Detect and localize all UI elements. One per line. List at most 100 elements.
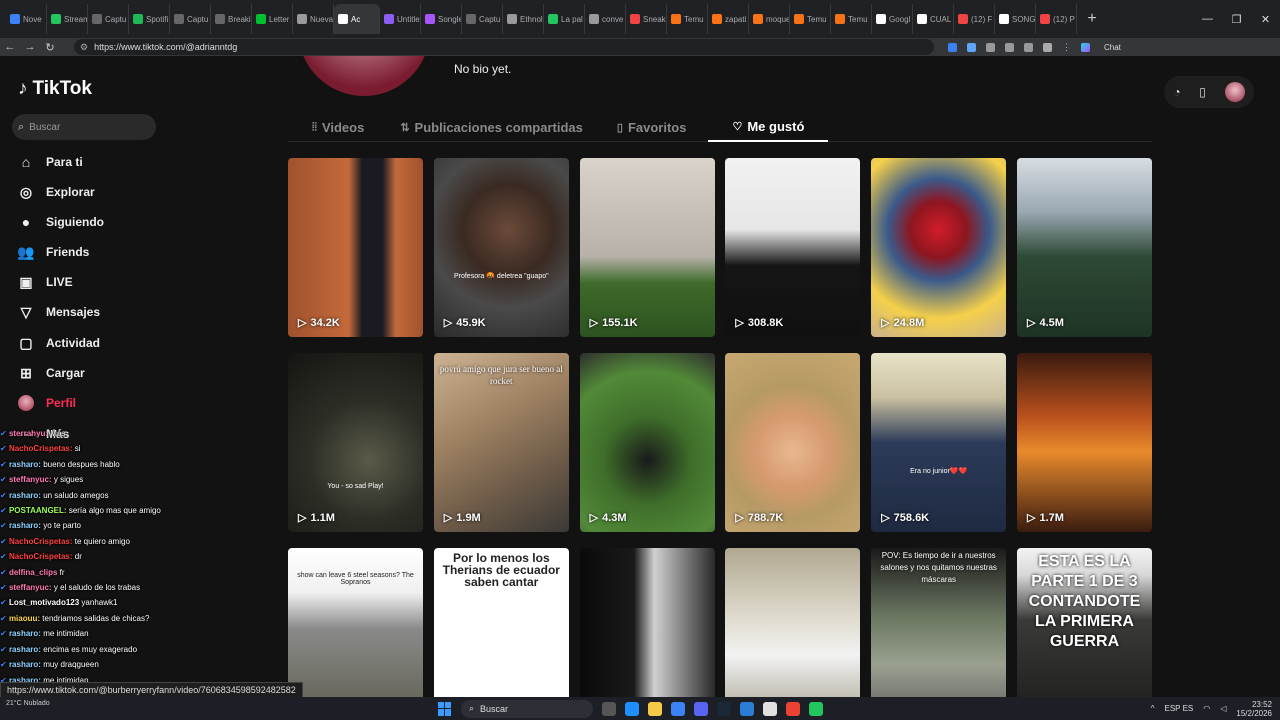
- volume-icon[interactable]: ◁: [1220, 704, 1226, 713]
- back-icon[interactable]: ←: [0, 38, 20, 56]
- video-thumbnail[interactable]: Profesora 🤬 deletrea "guapo" ▷ 45.9K: [433, 158, 569, 337]
- browser-tab[interactable]: Breaki: [211, 4, 252, 34]
- search-box[interactable]: ⌕: [12, 114, 156, 140]
- task-view-icon[interactable]: [602, 701, 616, 716]
- discord-icon[interactable]: [694, 701, 708, 716]
- browser-tab[interactable]: (12) P: [1036, 4, 1077, 34]
- chrome-icon[interactable]: [786, 701, 800, 716]
- browser-tab[interactable]: Ethnol: [503, 4, 544, 34]
- sidebar-item-perfil[interactable]: Perfil: [18, 393, 76, 413]
- browser-tab[interactable]: zapati: [708, 4, 749, 34]
- windows-start-icon[interactable]: [438, 701, 452, 716]
- sidebar-item-live[interactable]: ▣ LIVE: [18, 272, 72, 292]
- browser-tab[interactable]: Spotifi: [129, 4, 170, 34]
- sidebar-item-explorar[interactable]: ◎ Explorar: [18, 182, 95, 202]
- steam-icon[interactable]: [717, 701, 731, 716]
- tray-chevron-icon[interactable]: ^: [1151, 704, 1155, 713]
- browser-tab[interactable]: (12) F: [954, 4, 995, 34]
- profile-tab-shared[interactable]: ⇅ Publicaciones compartidas: [388, 112, 595, 142]
- browser-tab[interactable]: Temu: [790, 4, 831, 34]
- close-window-icon[interactable]: ✕: [1251, 0, 1280, 38]
- video-thumbnail[interactable]: You - so sad Play! ▷ 1.1M: [288, 353, 423, 532]
- browser-tab[interactable]: Sneak: [626, 4, 667, 34]
- sidebar-item-friends[interactable]: 👥 Friends: [17, 242, 89, 262]
- profile-tab-videos[interactable]: ⦙⦙ Videos: [300, 112, 376, 142]
- profile-icon[interactable]: [1043, 42, 1052, 52]
- video-thumbnail[interactable]: povrú amigo que jura ser bueno al rocket…: [433, 353, 569, 532]
- browser-tab[interactable]: Temu: [667, 4, 708, 34]
- weather-widget[interactable]: 21°C Nublado: [6, 700, 50, 708]
- sidebar-item-actividad[interactable]: ▢ Actividad: [18, 333, 100, 353]
- video-thumbnail[interactable]: ▷ 1.7M: [1016, 353, 1152, 532]
- wifi-icon[interactable]: ◠: [1203, 704, 1210, 713]
- video-thumbnail[interactable]: [725, 548, 861, 697]
- video-thumbnail[interactable]: show can leave 6 steel seasons? The Sopr…: [288, 548, 423, 697]
- phone-icon[interactable]: ▯: [1199, 85, 1206, 99]
- maximize-icon[interactable]: ❐: [1222, 0, 1251, 38]
- edge-icon[interactable]: [625, 701, 639, 716]
- forward-icon[interactable]: →: [20, 38, 40, 56]
- tiktok-logo[interactable]: ♪ TikTok: [18, 78, 92, 100]
- browser-tab[interactable]: Googl: [872, 4, 913, 34]
- chat-extension-label[interactable]: Chat: [1104, 43, 1121, 52]
- video-thumbnail[interactable]: [579, 548, 715, 697]
- browser-tab[interactable]: Songle: [421, 4, 462, 34]
- search-input[interactable]: [29, 121, 140, 133]
- browser-tab[interactable]: La pal: [544, 4, 585, 34]
- browser-tab[interactable]: Stream: [47, 4, 88, 34]
- reload-icon[interactable]: ↻: [40, 38, 60, 56]
- sidebar-item-para-ti[interactable]: ⌂ Para ti: [18, 152, 83, 172]
- store-icon[interactable]: [671, 701, 685, 716]
- video-thumbnail[interactable]: ▷ 4.5M: [1016, 158, 1152, 337]
- minimize-icon[interactable]: —: [1193, 0, 1222, 38]
- video-thumbnail[interactable]: Por lo menos los Therians de ecuador sab…: [433, 548, 569, 697]
- taskbar-search[interactable]: ⌕ Buscar: [461, 699, 593, 718]
- app-icon[interactable]: [809, 701, 823, 716]
- browser-tab[interactable]: Untitle: [380, 4, 421, 34]
- app-icon[interactable]: [763, 701, 777, 716]
- browser-tab[interactable]: SONG: [995, 4, 1036, 34]
- profile-tab-favs[interactable]: ▯ Favoritos: [605, 112, 699, 142]
- extension-icon[interactable]: [1024, 42, 1033, 52]
- video-thumbnail[interactable]: ▷ 155.1K: [579, 158, 715, 337]
- sidebar-item-mensajes[interactable]: ▽ Mensajes: [18, 302, 100, 322]
- browser-tab[interactable]: Letter: [252, 4, 293, 34]
- app-icon[interactable]: [740, 701, 754, 716]
- profile-tab-liked[interactable]: ♡ Me gustó: [708, 112, 829, 142]
- file-explorer-icon[interactable]: [648, 701, 662, 716]
- video-thumbnail[interactable]: POV: Es tiempo de ir a nuestros salones …: [871, 548, 1007, 697]
- extension-icon[interactable]: [986, 42, 995, 52]
- browser-tab[interactable]: Captu: [462, 4, 503, 34]
- extension-icon[interactable]: [948, 42, 957, 52]
- browser-tab[interactable]: moque: [749, 4, 790, 34]
- copilot-icon[interactable]: [1081, 42, 1090, 52]
- video-thumbnail[interactable]: ▷ 308.8K: [725, 158, 861, 337]
- video-thumbnail[interactable]: ▷ 788.7K: [725, 353, 861, 532]
- video-thumbnail[interactable]: ▷ 4.3M: [579, 353, 715, 532]
- browser-tab[interactable]: Captu: [170, 4, 211, 34]
- new-tab-button[interactable]: +: [1081, 8, 1103, 30]
- browser-tab[interactable]: Nove: [6, 4, 47, 34]
- site-info-icon[interactable]: ⚙: [80, 42, 88, 53]
- clock[interactable]: 23:52 15/2/2026: [1236, 700, 1272, 718]
- address-bar[interactable]: ⚙ https://www.tiktok.com/@adrianntdg: [74, 39, 934, 55]
- browser-tab[interactable]: Nueva: [293, 4, 334, 34]
- compass-icon[interactable]: ◔: [1173, 85, 1180, 99]
- video-thumbnail[interactable]: ▷ 24.8M: [871, 158, 1007, 337]
- extension-icon[interactable]: [1005, 42, 1014, 52]
- language-indicator[interactable]: ESP ES: [1165, 704, 1194, 713]
- extension-icon[interactable]: [967, 42, 976, 52]
- browser-tab[interactable]: CUAL: [913, 4, 954, 34]
- browser-tab[interactable]: conve: [585, 4, 626, 34]
- user-avatar[interactable]: [1224, 82, 1245, 102]
- menu-icon[interactable]: ⋮: [1062, 42, 1071, 53]
- browser-tab[interactable]: Captu: [88, 4, 129, 34]
- browser-tab[interactable]: Temu: [831, 4, 872, 34]
- sidebar-item-cargar[interactable]: ⊞ Cargar: [18, 363, 85, 383]
- video-thumbnail[interactable]: Era no junior❤️❤️ ▷ 758.6K: [871, 353, 1007, 532]
- browser-tab[interactable]: Ac: [334, 4, 380, 34]
- sidebar-item-siguiendo[interactable]: ● Siguiendo: [18, 212, 104, 232]
- video-thumbnail[interactable]: ▷ 34.2K: [288, 158, 423, 337]
- video-thumbnail[interactable]: ESTA ES LA PARTE 1 DE 3 CONTANDOTE LA PR…: [1016, 548, 1152, 697]
- view-count-value: 788.7K: [747, 511, 784, 524]
